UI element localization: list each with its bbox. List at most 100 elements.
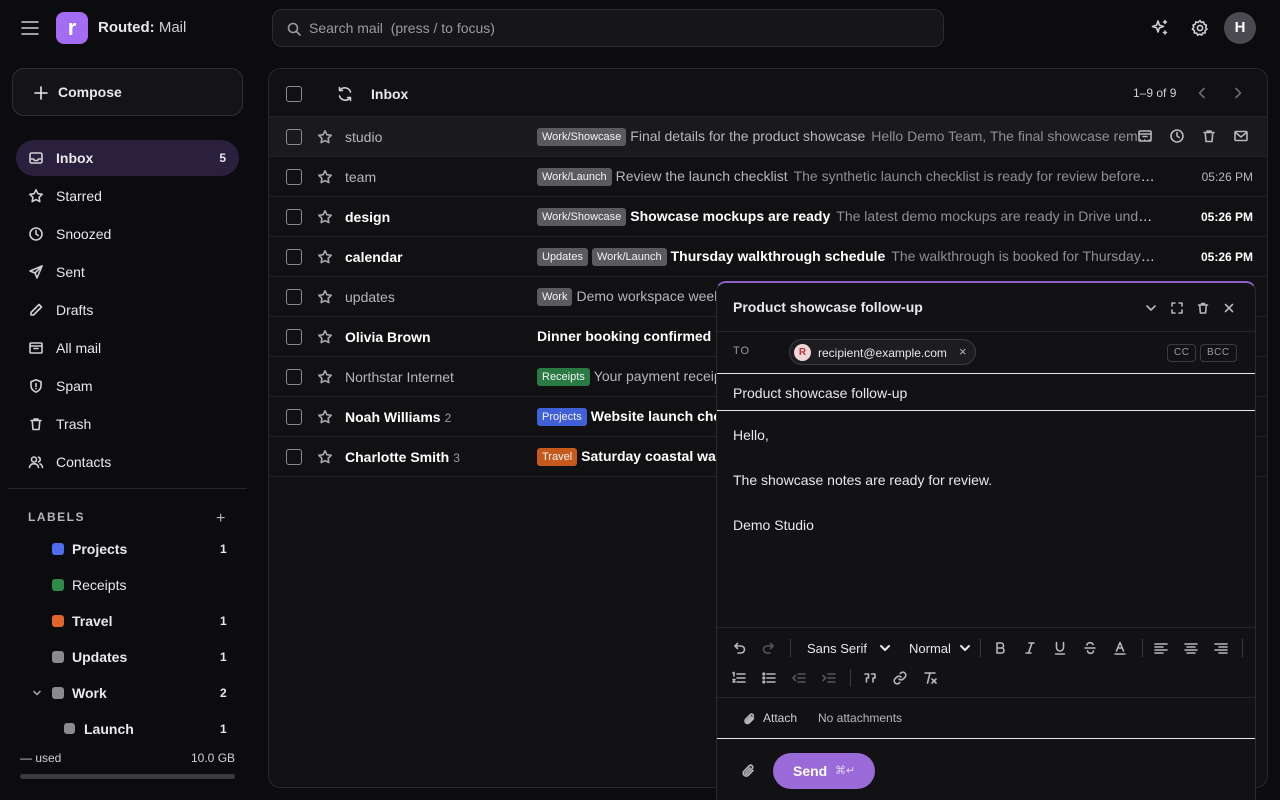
send-shortcut: ⌘↵	[835, 765, 856, 777]
clear-format-icon[interactable]	[922, 670, 938, 686]
snooze-icon[interactable]	[1169, 128, 1185, 144]
recipient-avatar: R	[794, 344, 811, 361]
star-icon[interactable]	[317, 329, 333, 345]
chevron-right-icon[interactable]	[1231, 86, 1245, 100]
sidebar-item-label: Trash	[56, 416, 92, 432]
row-checkbox[interactable]	[286, 449, 302, 465]
align-left-icon[interactable]	[1153, 640, 1169, 656]
label-item-receipts[interactable]: Receipts	[0, 567, 200, 603]
sidebar-item-spam[interactable]: Spam	[16, 368, 239, 404]
align-right-icon[interactable]	[1213, 640, 1229, 656]
compose-button[interactable]: Compose	[12, 68, 243, 116]
bulleted-list-icon[interactable]	[761, 670, 777, 686]
star-icon[interactable]	[317, 129, 333, 145]
redo-icon[interactable]	[761, 640, 777, 656]
align-center-icon[interactable]	[1183, 640, 1199, 656]
sidebar-item-label: All mail	[56, 340, 102, 356]
table-row[interactable]: calendar Updates Work/Launch Thursday walkt…	[269, 237, 1267, 277]
search-bar[interactable]	[272, 9, 944, 47]
outdent-icon[interactable]	[791, 670, 807, 686]
avatar[interactable]: H	[1224, 12, 1256, 44]
archive-icon[interactable]	[1137, 128, 1153, 144]
chevron-left-icon[interactable]	[1195, 86, 1209, 100]
italic-icon[interactable]	[1022, 640, 1038, 656]
app-logo[interactable]: r	[56, 12, 88, 44]
expand-icon[interactable]	[1170, 301, 1184, 315]
bold-icon[interactable]	[992, 640, 1008, 656]
row-checkbox[interactable]	[286, 129, 302, 145]
add-label-button[interactable]: +	[216, 510, 225, 528]
sidebar-item-sent[interactable]: Sent	[16, 254, 239, 290]
mark-read-icon[interactable]	[1233, 128, 1249, 144]
star-icon[interactable]	[317, 249, 333, 265]
sidebar-item-starred[interactable]: Starred	[16, 178, 239, 214]
sparkle-icon[interactable]	[1150, 18, 1170, 38]
text-color-icon[interactable]	[1112, 640, 1128, 656]
close-icon[interactable]	[1222, 301, 1236, 315]
sidebar-item-all-mail[interactable]: All mail	[16, 330, 239, 366]
remove-recipient-icon[interactable]: ×	[959, 344, 967, 359]
gear-icon[interactable]	[1190, 18, 1210, 38]
label-count: 1	[220, 542, 227, 556]
star-icon[interactable]	[317, 209, 333, 225]
label-tag: Work/Showcase	[537, 128, 627, 146]
star-icon[interactable]	[317, 169, 333, 185]
table-row[interactable]: team Work/Launch Review the launch checkli…	[269, 157, 1267, 197]
inbox-icon	[28, 150, 44, 166]
size-select[interactable]: Normal	[909, 641, 951, 656]
discard-icon[interactable]	[1196, 301, 1210, 315]
trash-icon[interactable]	[1201, 128, 1217, 144]
subject: Demo workspace weekly	[576, 288, 732, 304]
menu-icon[interactable]	[18, 16, 42, 40]
star-icon[interactable]	[317, 369, 333, 385]
label-item-projects[interactable]: Projects 1	[0, 531, 227, 567]
label-item-travel[interactable]: Travel 1	[0, 603, 227, 639]
refresh-icon[interactable]	[336, 85, 354, 103]
sidebar-item-drafts[interactable]: Drafts	[16, 292, 239, 328]
table-row[interactable]: studio Work/Showcase Final details for the…	[269, 117, 1267, 157]
label-item-work[interactable]: Work 2	[0, 675, 227, 711]
sidebar-item-snoozed[interactable]: Snoozed	[16, 216, 239, 252]
sidebar-item-contacts[interactable]: Contacts	[16, 444, 239, 480]
attach-file-icon[interactable]	[741, 763, 757, 779]
label-color-dot	[52, 615, 64, 627]
sidebar-item-trash[interactable]: Trash	[16, 406, 239, 442]
row-checkbox[interactable]	[286, 329, 302, 345]
table-row[interactable]: design Work/Showcase Showcase mockups are …	[269, 197, 1267, 237]
cc-button[interactable]: CC	[1167, 344, 1197, 362]
row-checkbox[interactable]	[286, 289, 302, 305]
numbered-list-icon[interactable]	[731, 670, 747, 686]
body-line: The showcase notes are ready for review.	[733, 472, 993, 488]
sidebar-item-inbox[interactable]: Inbox 5	[16, 140, 239, 176]
chevron-down-icon[interactable]	[32, 688, 42, 698]
message-preview: Work/Showcase Showcase mockups are ready T…	[537, 208, 1157, 226]
star-icon[interactable]	[317, 409, 333, 425]
label-tag: Work	[537, 288, 573, 306]
label-item-updates[interactable]: Updates 1	[0, 639, 227, 675]
star-icon[interactable]	[317, 449, 333, 465]
label-tag: Updates	[537, 248, 588, 266]
label-item-launch[interactable]: Launch 1	[0, 711, 227, 747]
select-all-checkbox[interactable]	[286, 86, 302, 102]
subject-field[interactable]: Product showcase follow-up	[733, 385, 907, 401]
row-checkbox[interactable]	[286, 249, 302, 265]
underline-icon[interactable]	[1052, 640, 1068, 656]
recipient-chip[interactable]: R recipient@example.com ×	[789, 339, 976, 365]
search-input[interactable]	[309, 10, 929, 46]
bcc-button[interactable]: BCC	[1200, 344, 1237, 362]
row-checkbox[interactable]	[286, 169, 302, 185]
strikethrough-icon[interactable]	[1082, 640, 1098, 656]
indent-icon[interactable]	[821, 670, 837, 686]
send-button[interactable]: Send ⌘↵	[773, 753, 875, 789]
link-icon[interactable]	[892, 670, 908, 686]
minimize-icon[interactable]	[1144, 301, 1158, 315]
undo-icon[interactable]	[731, 640, 747, 656]
row-checkbox[interactable]	[286, 209, 302, 225]
font-select[interactable]: Sans Serif	[807, 641, 867, 656]
star-icon[interactable]	[317, 289, 333, 305]
quote-icon[interactable]	[862, 670, 878, 686]
row-checkbox[interactable]	[286, 409, 302, 425]
attach-button[interactable]: Attach	[763, 711, 797, 725]
to-field-underline	[717, 373, 1255, 374]
row-checkbox[interactable]	[286, 369, 302, 385]
